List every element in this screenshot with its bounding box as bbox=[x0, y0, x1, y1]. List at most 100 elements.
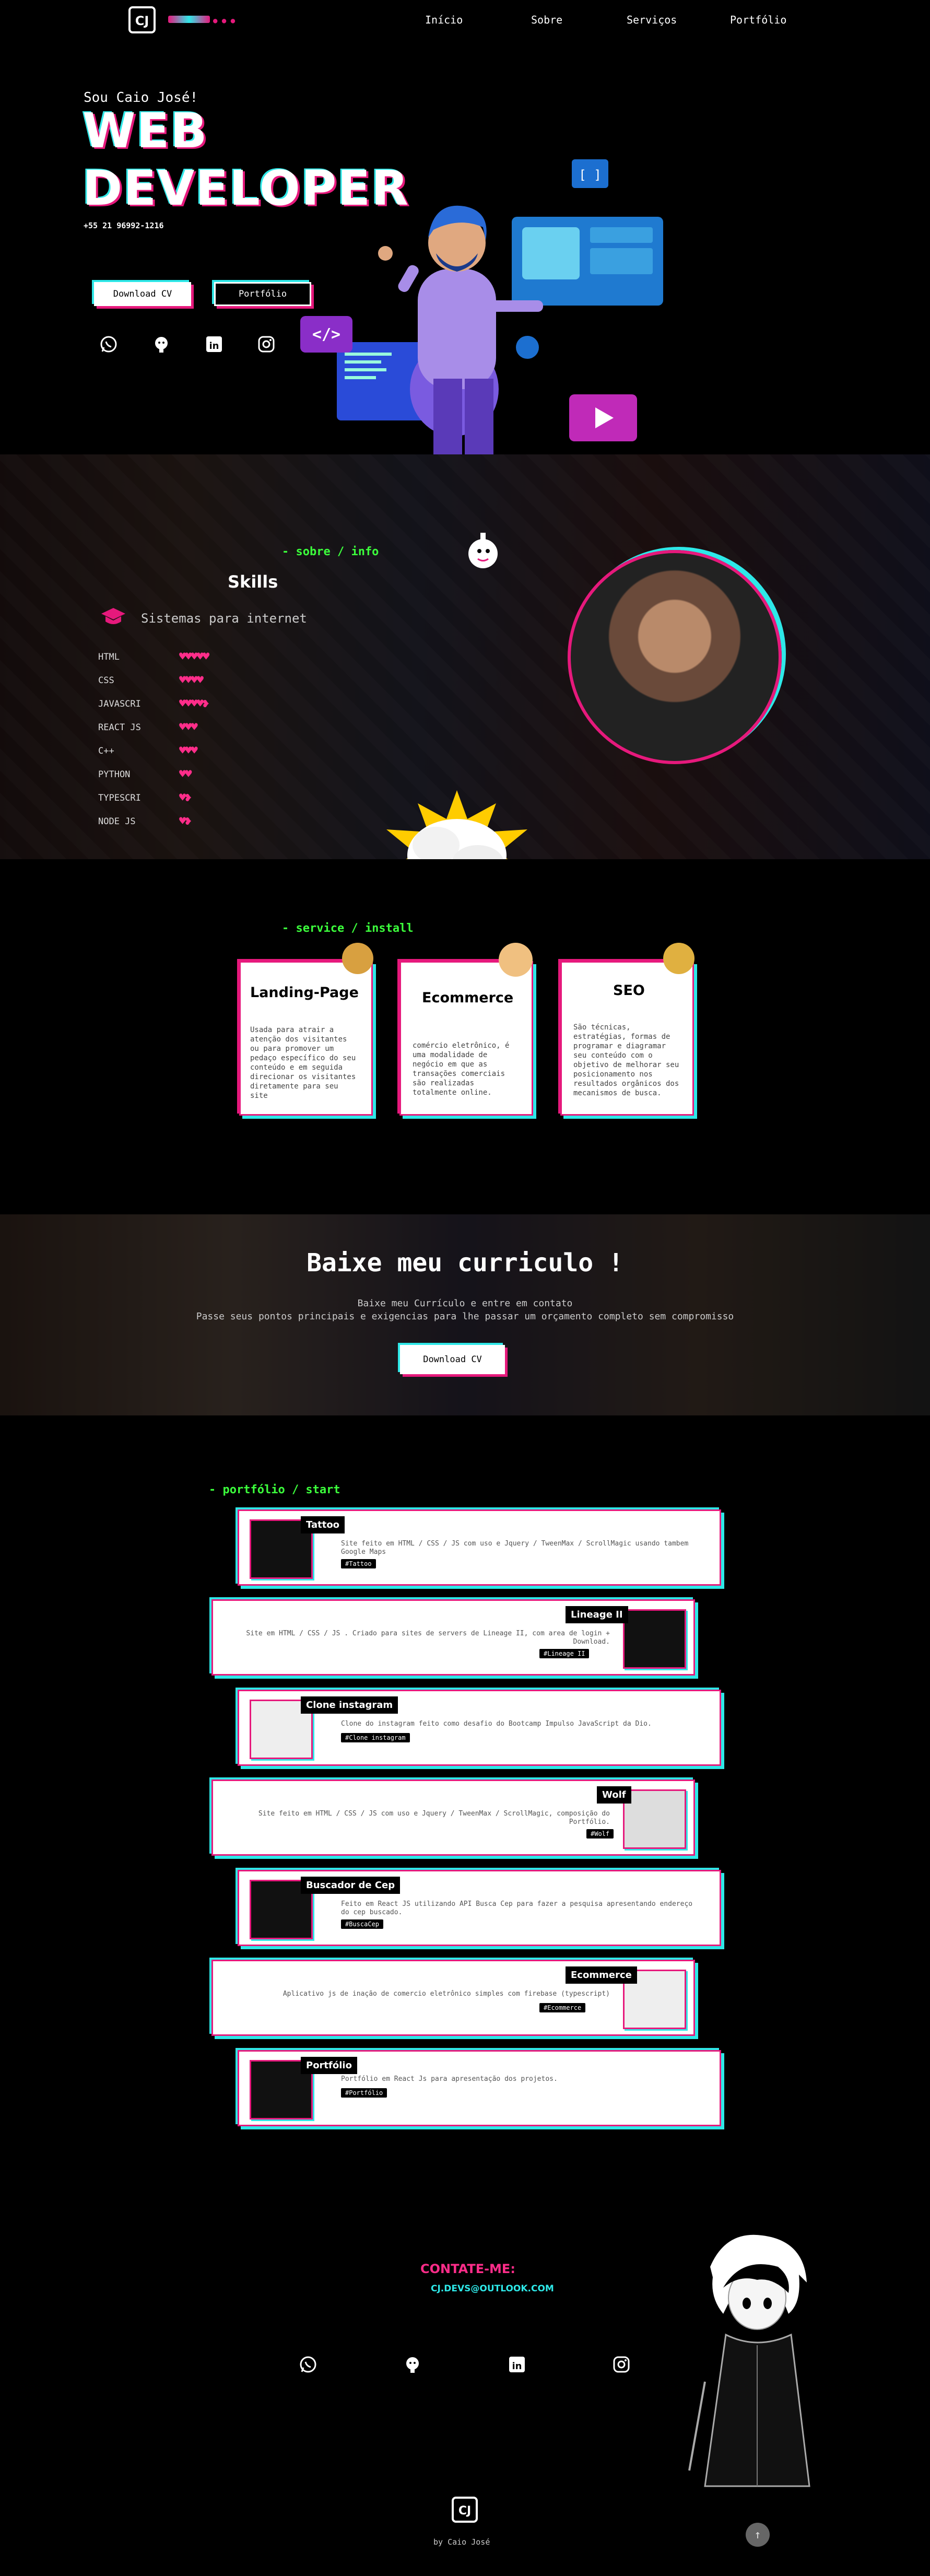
project-card-lineage[interactable]: Lineage II Site em HTML / CSS / JS . Cri… bbox=[211, 1599, 695, 1676]
ninja-mascot-icon bbox=[342, 943, 373, 974]
skill-name: HTML bbox=[98, 651, 120, 662]
back-to-top-button[interactable]: ↑ bbox=[746, 2523, 770, 2547]
project-title: Wolf bbox=[597, 1786, 631, 1804]
github-icon[interactable] bbox=[401, 2353, 424, 2376]
project-card-ecommerce[interactable]: Ecommerce Aplicativo js de inação de com… bbox=[211, 1960, 695, 2036]
svg-text:CJ: CJ bbox=[135, 14, 149, 28]
skill-name: CSS bbox=[98, 675, 114, 686]
resume-download-button[interactable]: Download CV bbox=[400, 1345, 505, 1374]
project-description: Site em HTML / CSS / JS . Criado para si… bbox=[246, 1630, 610, 1646]
hamster-mascot-icon bbox=[499, 943, 533, 977]
project-card-portfolio[interactable]: Portfólio Portfólio em React Js para apr… bbox=[238, 2050, 721, 2126]
skill-level-hearts-icon: ♥♥♥♥ bbox=[179, 674, 204, 687]
service-card-text: Usada para atrair a atenção dos visitant… bbox=[250, 1026, 356, 1100]
project-card-cep[interactable]: Buscador de Cep Feito em React JS utiliz… bbox=[238, 1870, 721, 1946]
github-icon[interactable] bbox=[150, 333, 173, 356]
skill-row: C++ ♥♥♥ bbox=[98, 739, 265, 763]
service-card-title: Ecommerce bbox=[422, 990, 514, 1006]
project-tag: #Tattoo bbox=[341, 1559, 376, 1568]
service-card-ecommerce: Ecommerce comércio eletrônico, é uma mod… bbox=[399, 961, 533, 1116]
svg-text:in: in bbox=[209, 341, 219, 352]
skills-list: HTML ♥♥♥♥♥ CSS ♥♥♥♥ JAVASCRI ♥♥♥♥❥ REACT JS ♥♥♥… bbox=[98, 645, 265, 833]
instagram-icon[interactable] bbox=[255, 333, 278, 356]
project-tag: #Wolf bbox=[586, 1829, 614, 1839]
whatsapp-icon[interactable] bbox=[97, 333, 120, 356]
nav-sobre[interactable]: Sobre bbox=[531, 14, 562, 26]
skill-row: PYTHON ♥♥ bbox=[98, 763, 265, 786]
linkedin-icon[interactable]: in bbox=[505, 2353, 528, 2376]
skill-level-hearts-icon: ♥♥♥ bbox=[179, 721, 198, 734]
skill-row: HTML ♥♥♥♥♥ bbox=[98, 645, 265, 669]
linkedin-icon[interactable]: in bbox=[203, 333, 226, 356]
skill-row: REACT JS ♥♥♥ bbox=[98, 716, 265, 739]
whatsapp-icon[interactable] bbox=[297, 2353, 320, 2376]
project-title: Tattoo bbox=[301, 1516, 345, 1533]
project-tag: #Portfólio bbox=[341, 2088, 387, 2098]
portfolio-section: - portfólio / start Tattoo Site feito em… bbox=[0, 1415, 930, 2173]
nav-inicio[interactable]: Início bbox=[425, 14, 463, 26]
service-card-title: Landing-Page bbox=[250, 985, 359, 1001]
project-description: Site feito em HTML / CSS / JS com uso e … bbox=[258, 1810, 610, 1826]
project-title: Ecommerce bbox=[566, 1966, 637, 1984]
skill-level-hearts-icon: ♥❥ bbox=[179, 815, 192, 828]
project-description: Site feito em HTML / CSS / JS com uso e … bbox=[341, 1540, 689, 1556]
project-card-instagram[interactable]: Clone instagram Clone do instagram feito… bbox=[238, 1690, 721, 1766]
skill-row: CSS ♥♥♥♥ bbox=[98, 669, 265, 692]
arrow-up-icon: ↑ bbox=[754, 2528, 761, 2542]
resume-line2: Passe seus pontos principais e exigencia… bbox=[196, 1311, 734, 1322]
skills-title: Skills bbox=[228, 572, 278, 592]
hero-title-line1: WEB bbox=[83, 103, 208, 159]
skill-name: NODE JS bbox=[98, 816, 136, 827]
resume-line1: Baixe meu Currículo e entre em contato bbox=[357, 1298, 573, 1309]
project-tag: #Clone instagram bbox=[341, 1733, 410, 1742]
project-tag: #BuscaCep bbox=[341, 1919, 384, 1929]
brand-dots: ● ● ● bbox=[213, 17, 236, 25]
service-card-text: São técnicas, estratégias, formas de pro… bbox=[573, 1023, 679, 1097]
footer-logo[interactable]: CJ bbox=[452, 2497, 478, 2523]
nav-portfolio[interactable]: Portfólio bbox=[730, 14, 786, 26]
skill-row: NODE JS ♥❥ bbox=[98, 810, 265, 833]
graduation-cap-icon bbox=[100, 606, 126, 627]
hero-section: Sou Caio José! WEB DEVELOPER +55 21 9699… bbox=[0, 39, 930, 454]
project-title: Buscador de Cep bbox=[301, 1877, 401, 1894]
contact-title: CONTATE-ME: bbox=[420, 2262, 515, 2276]
project-title: Lineage II bbox=[566, 1606, 628, 1623]
download-cv-button[interactable]: Download CV bbox=[94, 282, 191, 306]
specialty-text: Sistemas para internet bbox=[141, 611, 307, 626]
project-thumbnail bbox=[623, 1609, 686, 1669]
project-card-tattoo[interactable]: Tattoo Site feito em HTML / CSS / JS com… bbox=[238, 1509, 721, 1586]
project-tag: #Ecommerce bbox=[539, 2003, 586, 2012]
project-card-wolf[interactable]: Wolf Site feito em HTML / CSS / JS com u… bbox=[211, 1779, 695, 1856]
services-section: - service / install Landing-Page Usada p… bbox=[0, 859, 930, 1214]
services-section-label: - service / install bbox=[282, 922, 414, 935]
about-section-label: - sobre / info bbox=[282, 545, 379, 558]
brand-glitch bbox=[168, 16, 210, 23]
skill-level-hearts-icon: ♥♥♥♥❥ bbox=[179, 697, 209, 710]
project-description: Feito em React JS utilizando API Busca C… bbox=[341, 1900, 693, 1916]
svg-text:in: in bbox=[512, 2361, 522, 2372]
skill-level-hearts-icon: ♥♥♥♥♥ bbox=[179, 650, 209, 663]
contact-section: CONTATE-ME: CJ.DEVS@OUTLOOK.COM in CJ by… bbox=[0, 2173, 930, 2576]
skill-name: TYPESCRI bbox=[98, 792, 141, 803]
project-description: Clone do instagram feito como desafio do… bbox=[341, 1720, 652, 1728]
skill-row: TYPESCRI ♥❥ bbox=[98, 786, 265, 810]
hero-phone: +55 21 96992-1216 bbox=[84, 221, 164, 230]
nav-servicos[interactable]: Serviços bbox=[627, 14, 677, 26]
top-nav: CJ ● ● ● Início Sobre Serviços Portfólio bbox=[0, 0, 930, 39]
skill-level-hearts-icon: ♥♥ bbox=[179, 768, 192, 781]
footer-credit: by Caio José bbox=[433, 2537, 490, 2547]
warrior-mascot-icon bbox=[663, 943, 694, 974]
service-card-text: comércio eletrônico, é uma modalidade de… bbox=[413, 1041, 510, 1097]
skill-name: C++ bbox=[98, 745, 114, 756]
contact-email[interactable]: CJ.DEVS@OUTLOOK.COM bbox=[431, 2284, 554, 2294]
service-card-title: SEO bbox=[613, 982, 645, 999]
logo[interactable]: CJ bbox=[128, 6, 156, 33]
resume-title: Baixe meu curriculo ! bbox=[307, 1248, 623, 1278]
about-mascot-icon bbox=[465, 530, 501, 572]
instagram-icon[interactable] bbox=[610, 2353, 633, 2376]
anime-character-illustration bbox=[674, 2225, 835, 2497]
skill-name: REACT JS bbox=[98, 722, 141, 733]
svg-text:</>: </> bbox=[312, 325, 340, 344]
developer-illustration: </> [ ] bbox=[277, 144, 674, 454]
skill-name: JAVASCRI bbox=[98, 698, 141, 709]
